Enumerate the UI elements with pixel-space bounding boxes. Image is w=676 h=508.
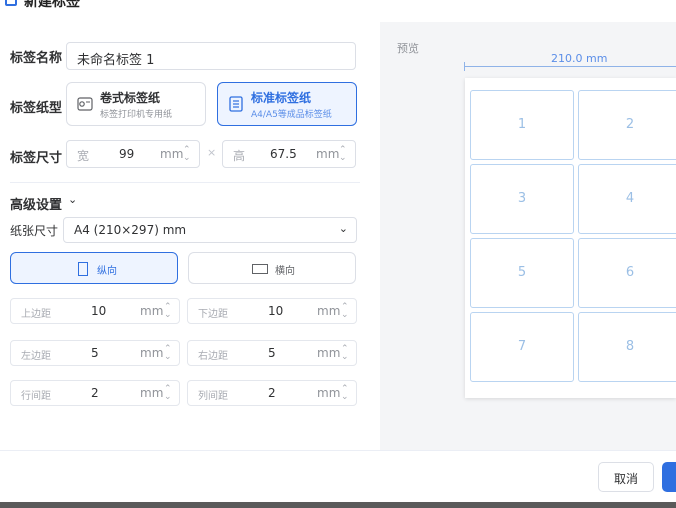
left-margin-unit: mm <box>140 346 164 360</box>
left-margin-label: 左边距 <box>21 351 51 362</box>
label-cell: 1 <box>470 90 574 160</box>
label-cell-number: 4 <box>625 191 635 206</box>
height-value: 67.5 <box>270 147 297 161</box>
label-cell-number: 7 <box>517 339 527 354</box>
label-cell-number: 5 <box>517 265 527 280</box>
left-margin-stepper-icon[interactable]: ⌃ ⌄ <box>164 345 172 362</box>
label-cell: 2 <box>578 90 676 160</box>
col-gap-unit: mm <box>317 386 341 400</box>
label-cell-number: 2 <box>625 117 635 132</box>
height-prefix: 高 <box>233 149 246 163</box>
top-margin-input[interactable]: 上边距 10 mm ⌃ ⌄ <box>10 298 180 324</box>
bottom-margin-unit: mm <box>317 304 341 318</box>
label-cell-number: 6 <box>625 265 635 280</box>
height-unit: mm <box>316 147 340 161</box>
preview-title: 预览 <box>397 42 419 55</box>
bottom-margin-input[interactable]: 下边距 10 mm ⌃ ⌄ <box>187 298 357 324</box>
confirm-button[interactable] <box>662 462 676 492</box>
orientation-landscape-label: 横向 <box>275 266 295 277</box>
label-type-label: 标签纸型 <box>10 101 63 116</box>
row-gap-stepper-icon[interactable]: ⌃ ⌄ <box>164 385 172 402</box>
portrait-icon <box>78 262 88 276</box>
label-cell-number: 8 <box>625 339 635 354</box>
cancel-button-label: 取消 <box>613 472 638 486</box>
type-sheet-title: 标准标签纸 <box>251 91 312 105</box>
label-name-value: 未命名标签 1 <box>77 53 155 68</box>
row-gap-label: 行间距 <box>21 391 51 402</box>
label-cell: 3 <box>470 164 574 234</box>
label-cell-number: 3 <box>517 191 527 206</box>
top-margin-value: 10 <box>91 304 107 318</box>
new-label-icon <box>5 0 17 6</box>
row-gap-value: 2 <box>91 386 99 400</box>
landscape-icon <box>252 264 268 274</box>
bottom-margin-value: 10 <box>268 304 284 318</box>
label-cell: 8 <box>578 312 676 382</box>
cancel-button[interactable]: 取消 <box>598 462 654 492</box>
row-gap-input[interactable]: 行间距 2 mm ⌃ ⌄ <box>10 380 180 406</box>
type-sheet-card[interactable]: 标准标签纸 A4/A5等成品标签纸 <box>217 82 357 126</box>
top-margin-unit: mm <box>140 304 164 318</box>
col-gap-input[interactable]: 列间距 2 mm ⌃ ⌄ <box>187 380 357 406</box>
width-stepper-icon[interactable]: ⌃ ⌄ <box>183 146 191 163</box>
section-divider <box>10 182 360 183</box>
paper-size-select[interactable]: A4 (210×297) mm ⌄ <box>63 217 357 243</box>
width-value: 99 <box>119 147 135 161</box>
orientation-portrait-label: 纵向 <box>97 266 117 277</box>
type-roll-title: 卷式标签纸 <box>100 91 161 105</box>
label-cell: 5 <box>470 238 574 308</box>
orientation-landscape-button[interactable]: 横向 <box>188 252 356 284</box>
taskbar-strip <box>0 502 676 508</box>
top-margin-stepper-icon[interactable]: ⌃ ⌄ <box>164 303 172 320</box>
settings-panel: 标签名称 未命名标签 1 标签纸型 卷式标签纸 标签打印机专用纸 标准标签纸 A… <box>0 22 380 450</box>
label-cell: 4 <box>578 164 676 234</box>
chevron-down-icon[interactable]: ⌄ <box>68 193 77 206</box>
col-gap-value: 2 <box>268 386 276 400</box>
top-margin-label: 上边距 <box>21 309 51 320</box>
right-margin-input[interactable]: 右边距 5 mm ⌃ ⌄ <box>187 340 357 366</box>
preview-panel: 预览 210.0 mm 1 2 3 4 5 6 7 8 <box>380 22 676 450</box>
width-unit: mm <box>160 147 184 161</box>
type-sheet-subtitle: A4/A5等成品标签纸 <box>251 110 332 120</box>
orientation-portrait-button[interactable]: 纵向 <box>10 252 178 284</box>
select-chevron-icon: ⌄ <box>338 222 348 235</box>
dialog-header: 新建标签 <box>0 0 676 22</box>
label-cell: 6 <box>578 238 676 308</box>
row-gap-unit: mm <box>140 386 164 400</box>
times-sign: × <box>207 146 217 159</box>
width-input[interactable]: 宽 99 mm ⌃ ⌄ <box>66 140 200 168</box>
advanced-settings-title[interactable]: 高级设置 <box>10 194 62 213</box>
bottom-margin-label: 下边距 <box>198 309 228 320</box>
dialog-footer: 取消 <box>0 450 676 502</box>
right-margin-stepper-icon[interactable]: ⌃ ⌄ <box>341 345 349 362</box>
left-margin-value: 5 <box>91 346 99 360</box>
label-size-label: 标签尺寸 <box>10 151 63 166</box>
roll-label-icon <box>77 97 93 111</box>
label-name-input[interactable]: 未命名标签 1 <box>66 42 356 70</box>
paper-size-value: A4 (210×297) mm <box>74 223 187 237</box>
label-cell-number: 1 <box>517 117 527 132</box>
right-margin-value: 5 <box>268 346 276 360</box>
preview-paper: 1 2 3 4 5 6 7 8 <box>465 78 676 398</box>
bottom-margin-stepper-icon[interactable]: ⌃ ⌄ <box>341 303 349 320</box>
width-dimension-line <box>465 66 676 67</box>
sheet-label-icon <box>229 96 243 112</box>
paper-size-label: 纸张尺寸 <box>10 224 59 238</box>
col-gap-stepper-icon[interactable]: ⌃ ⌄ <box>341 385 349 402</box>
type-roll-card[interactable]: 卷式标签纸 标签打印机专用纸 <box>66 82 206 126</box>
height-input[interactable]: 高 67.5 mm ⌃ ⌄ <box>222 140 356 168</box>
width-prefix: 宽 <box>77 149 90 163</box>
label-name-label: 标签名称 <box>10 51 63 66</box>
type-roll-subtitle: 标签打印机专用纸 <box>100 110 173 120</box>
width-dimension-text: 210.0 mm <box>551 52 608 65</box>
height-stepper-icon[interactable]: ⌃ ⌄ <box>339 146 347 163</box>
right-margin-unit: mm <box>317 346 341 360</box>
col-gap-label: 列间距 <box>198 391 228 402</box>
dialog-title: 新建标签 <box>24 0 80 10</box>
label-cell: 7 <box>470 312 574 382</box>
right-margin-label: 右边距 <box>198 351 228 362</box>
left-margin-input[interactable]: 左边距 5 mm ⌃ ⌄ <box>10 340 180 366</box>
